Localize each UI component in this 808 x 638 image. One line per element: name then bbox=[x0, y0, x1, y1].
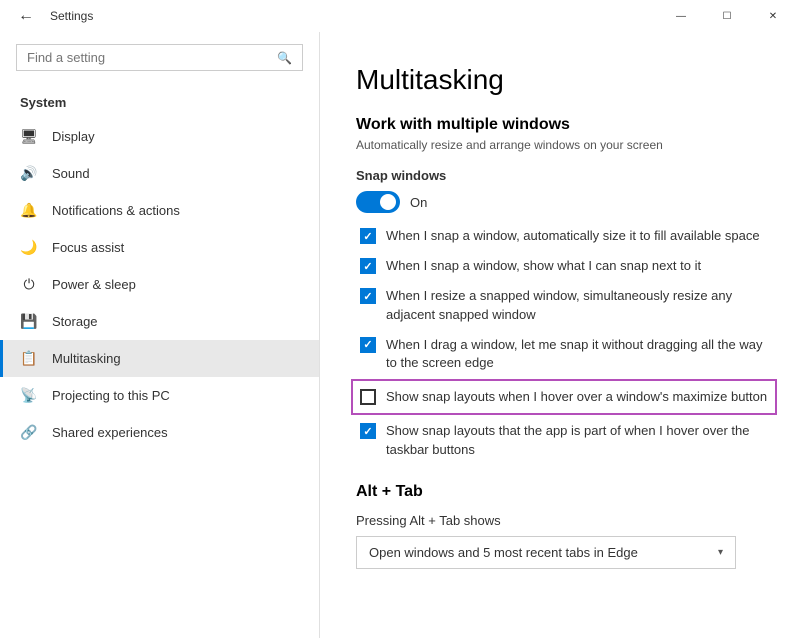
snap-toggle-row: On bbox=[356, 191, 772, 213]
sidebar-item-power[interactable]: ⏻ Power & sleep bbox=[0, 266, 319, 303]
snap-label: Snap windows bbox=[356, 168, 772, 183]
sidebar-item-focus[interactable]: 🌙 Focus assist bbox=[0, 229, 319, 266]
sidebar-label-notifications: Notifications & actions bbox=[52, 203, 180, 218]
content-area: Multitasking Work with multiple windows … bbox=[320, 32, 808, 638]
sidebar-label-sound: Sound bbox=[52, 166, 90, 181]
window-controls: — ☐ ✕ bbox=[658, 0, 796, 32]
checkbox-label-4: When I drag a window, let me snap it wit… bbox=[386, 336, 772, 372]
sidebar-item-notifications[interactable]: 🔔 Notifications & actions bbox=[0, 192, 319, 229]
focus-icon: 🌙 bbox=[20, 239, 38, 256]
checkbox-1[interactable]: ✓ bbox=[360, 228, 376, 244]
dropdown-value: Open windows and 5 most recent tabs in E… bbox=[369, 545, 638, 560]
search-icon: 🔍 bbox=[277, 51, 292, 65]
checkbox-label-3: When I resize a snapped window, simultan… bbox=[386, 287, 772, 323]
check-icon-3: ✓ bbox=[363, 290, 372, 303]
search-box[interactable]: 🔍 bbox=[16, 44, 303, 71]
sidebar-label-storage: Storage bbox=[52, 314, 98, 329]
search-input[interactable] bbox=[27, 50, 277, 65]
checkbox-row-4: ✓ When I drag a window, let me snap it w… bbox=[356, 336, 772, 372]
section-title-alttab: Alt + Tab bbox=[356, 483, 772, 501]
sidebar-header: 🔍 bbox=[0, 32, 319, 91]
app-body: 🔍 System 🖥 Display 🔊 Sound 🔔 Notificatio… bbox=[0, 32, 808, 638]
checkbox-row-1: ✓ When I snap a window, automatically si… bbox=[356, 227, 772, 245]
checkbox-row-6: ✓ Show snap layouts that the app is part… bbox=[356, 422, 772, 458]
section-title-windows: Work with multiple windows bbox=[356, 116, 772, 134]
title-bar-left: ← Settings bbox=[12, 0, 93, 32]
page-title: Multitasking bbox=[356, 64, 772, 96]
sidebar-item-sound[interactable]: 🔊 Sound bbox=[0, 155, 319, 192]
sidebar-item-shared[interactable]: 🔗 Shared experiences bbox=[0, 414, 319, 451]
shared-icon: 🔗 bbox=[20, 424, 38, 441]
sound-icon: 🔊 bbox=[20, 165, 38, 182]
sidebar-label-focus: Focus assist bbox=[52, 240, 124, 255]
sidebar-label-projecting: Projecting to this PC bbox=[52, 388, 170, 403]
check-icon-4: ✓ bbox=[363, 338, 372, 351]
checkbox-row-3: ✓ When I resize a snapped window, simult… bbox=[356, 287, 772, 323]
checkbox-3[interactable]: ✓ bbox=[360, 288, 376, 304]
display-icon: 🖥 bbox=[20, 128, 38, 145]
section-desc-windows: Automatically resize and arrange windows… bbox=[356, 138, 772, 152]
checkbox-5[interactable] bbox=[360, 389, 376, 405]
multitasking-icon: 📋 bbox=[20, 350, 38, 367]
sidebar-item-multitasking[interactable]: 📋 Multitasking bbox=[0, 340, 319, 377]
sidebar-section-label: System bbox=[0, 91, 319, 118]
projecting-icon: 📡 bbox=[20, 387, 38, 404]
checkbox-label-6: Show snap layouts that the app is part o… bbox=[386, 422, 772, 458]
snap-toggle[interactable] bbox=[356, 191, 400, 213]
close-button[interactable]: ✕ bbox=[750, 0, 796, 32]
sidebar: 🔍 System 🖥 Display 🔊 Sound 🔔 Notificatio… bbox=[0, 32, 320, 638]
checkbox-label-5: Show snap layouts when I hover over a wi… bbox=[386, 388, 767, 406]
title-bar: ← Settings — ☐ ✕ bbox=[0, 0, 808, 32]
sidebar-label-shared: Shared experiences bbox=[52, 425, 168, 440]
check-icon-2: ✓ bbox=[363, 260, 372, 273]
toggle-state-label: On bbox=[410, 195, 427, 210]
notifications-icon: 🔔 bbox=[20, 202, 38, 219]
sidebar-item-storage[interactable]: 💾 Storage bbox=[0, 303, 319, 340]
checkbox-label-2: When I snap a window, show what I can sn… bbox=[386, 257, 701, 275]
sidebar-item-display[interactable]: 🖥 Display bbox=[0, 118, 319, 155]
checkbox-4[interactable]: ✓ bbox=[360, 337, 376, 353]
checkbox-label-1: When I snap a window, automatically size… bbox=[386, 227, 760, 245]
checkbox-2[interactable]: ✓ bbox=[360, 258, 376, 274]
checkbox-row-2: ✓ When I snap a window, show what I can … bbox=[356, 257, 772, 275]
alttab-dropdown[interactable]: Open windows and 5 most recent tabs in E… bbox=[356, 536, 736, 569]
back-button[interactable]: ← bbox=[12, 0, 40, 32]
checkbox-row-5: Show snap layouts when I hover over a wi… bbox=[356, 384, 772, 410]
minimize-button[interactable]: — bbox=[658, 0, 704, 32]
sidebar-item-projecting[interactable]: 📡 Projecting to this PC bbox=[0, 377, 319, 414]
check-icon-6: ✓ bbox=[363, 425, 372, 438]
sidebar-label-power: Power & sleep bbox=[52, 277, 136, 292]
back-icon: ← bbox=[18, 7, 34, 25]
power-icon: ⏻ bbox=[20, 276, 38, 293]
dropdown-arrow-icon: ▾ bbox=[718, 547, 723, 558]
alt-tab-section: Alt + Tab bbox=[356, 483, 772, 501]
storage-icon: 💾 bbox=[20, 313, 38, 330]
maximize-button[interactable]: ☐ bbox=[704, 0, 750, 32]
dropdown-label: Pressing Alt + Tab shows bbox=[356, 513, 772, 528]
app-title: Settings bbox=[50, 9, 93, 23]
checkbox-6[interactable]: ✓ bbox=[360, 423, 376, 439]
sidebar-label-multitasking: Multitasking bbox=[52, 351, 121, 366]
check-icon-1: ✓ bbox=[363, 230, 372, 243]
sidebar-label-display: Display bbox=[52, 129, 95, 144]
